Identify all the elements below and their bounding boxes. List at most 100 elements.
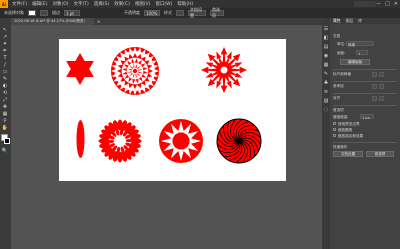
magic-wand-tool-icon[interactable]: ✦ — [1, 41, 9, 47]
document-setup-button[interactable]: 文档设置 — [333, 151, 363, 157]
stroke-swatch[interactable] — [40, 10, 48, 16]
panel-dock: ☰ ◧ ▤ ◉ ▦ ✎ ♣ ≡ ▨ ◌ — [322, 18, 330, 249]
preview-bounds-label: 使用预览边界 — [338, 121, 360, 126]
pencil-tool-icon[interactable]: ✎ — [1, 76, 9, 82]
radial-pattern-shape[interactable] — [110, 46, 160, 96]
rectangle-tool-icon[interactable]: ▭ — [1, 69, 9, 75]
close-window-button[interactable]: ✕ — [394, 1, 398, 7]
layers-dock-icon[interactable]: ◧ — [323, 35, 329, 41]
close-tab-icon[interactable]: × — [97, 18, 100, 25]
menu-file[interactable]: 文件(F) — [12, 1, 27, 7]
stroke-width-field[interactable]: 1 pt — [64, 10, 80, 16]
units-select[interactable]: 像素 — [346, 41, 374, 47]
scale-strokes-label: 缩放描边和效果 — [338, 133, 364, 138]
guides-title: 参考线 — [333, 84, 344, 88]
opacity-label: 不透明度 — [124, 10, 140, 15]
align-title: 对齐 — [333, 96, 341, 100]
menu-window[interactable]: 窗口(W) — [155, 1, 172, 7]
divider — [333, 81, 397, 82]
menu-type[interactable]: 文字(T) — [74, 1, 89, 7]
artboard-label: 画板: — [337, 51, 346, 55]
snap-pixel-toggle[interactable] — [379, 96, 384, 101]
snap-point-toggle[interactable] — [372, 96, 377, 101]
ruler-grid-title: 标尺和网格 — [333, 72, 351, 76]
stroke-label: 描边 — [52, 10, 60, 15]
transparency-dock-icon[interactable]: ◌ — [323, 107, 329, 113]
menu-object[interactable]: 对象(O) — [52, 1, 68, 7]
star-shape[interactable] — [65, 52, 95, 86]
scale-corners-label: 缩放圆角 — [338, 127, 353, 132]
units-label: 单位: — [337, 42, 346, 46]
style-picker[interactable] — [176, 10, 184, 16]
pen-tool-icon[interactable]: ✒ — [1, 48, 9, 54]
triangle-wheel-shape[interactable] — [158, 118, 204, 164]
panel-tabs: 属性 图层 库 — [331, 18, 400, 24]
gradient-dock-icon[interactable]: ▨ — [323, 98, 329, 104]
guides-toggle[interactable] — [372, 84, 377, 89]
gradient-tool-icon[interactable]: ▦ — [1, 111, 9, 117]
selection-status: 未选择对象 — [4, 10, 24, 15]
stroke-dock-icon[interactable]: ≡ — [323, 89, 329, 95]
eyedropper-tool-icon[interactable]: ⚲ — [1, 118, 9, 124]
style-label: 样式 — [164, 10, 172, 15]
guides-lock-toggle[interactable] — [379, 84, 384, 89]
mandala-shape[interactable] — [200, 46, 248, 94]
type-tool-icon[interactable]: T — [1, 55, 9, 61]
document-tab-bar: 2020.08.18 #.Ai* @ 44.17% (RGB/预览) × — [11, 18, 322, 25]
keyboard-increment-field[interactable]: 1 px — [360, 114, 374, 120]
menu-effect[interactable]: 效果(C) — [114, 1, 130, 7]
preferences-section-title: 首选项 — [333, 108, 344, 112]
tab-layers[interactable]: 图层 — [346, 18, 354, 24]
properties-dock-icon[interactable]: ☰ — [323, 26, 329, 32]
keyboard-increment-label: 键盘增量: — [333, 115, 349, 119]
divider — [333, 93, 397, 94]
opacity-field[interactable]: 100% — [144, 10, 160, 16]
zoom-tool-icon[interactable]: 🔍 — [1, 148, 9, 154]
minimize-button[interactable]: — — [376, 1, 381, 7]
artboard[interactable] — [59, 39, 286, 181]
symbols-dock-icon[interactable]: ♣ — [323, 80, 329, 86]
swatches-dock-icon[interactable]: ▦ — [323, 62, 329, 68]
preview-bounds-checkbox[interactable] — [333, 122, 336, 125]
document-setup-control[interactable]: 文档设置 — [188, 7, 206, 18]
preferences-control[interactable]: 首选项 — [210, 7, 224, 18]
menu-select[interactable]: 选择(S) — [94, 1, 109, 7]
menu-edit[interactable]: 编辑(E) — [32, 1, 47, 7]
menu-view[interactable]: 视图(V) — [135, 1, 151, 7]
artboard-select[interactable]: 1 — [356, 50, 368, 56]
tools-panel: ↖ ↗ ✦ ✒ T / ▭ ✎ ◐ ⟲ ⤢ ✥ ▦ ⚲ ✋ 🔍 — [0, 18, 11, 249]
rotate-tool-icon[interactable]: ⟲ — [1, 90, 9, 96]
fill-swatch[interactable] — [28, 10, 36, 16]
rulers-toggle[interactable] — [372, 72, 377, 77]
direct-selection-tool-icon[interactable]: ↗ — [1, 34, 9, 40]
quick-actions-title: 快速操作 — [333, 145, 348, 149]
edit-artboards-button[interactable]: 编辑画板 — [340, 59, 370, 65]
tab-properties[interactable]: 属性 — [333, 18, 341, 24]
control-bar: 未选择对象 描边 1 pt 不透明度 100% 样式 文档设置 首选项 — [0, 7, 400, 18]
free-transform-tool-icon[interactable]: ✥ — [1, 104, 9, 110]
spiral-disc-shape[interactable] — [216, 118, 262, 164]
divider — [333, 69, 397, 70]
scale-strokes-checkbox[interactable] — [333, 134, 336, 137]
libraries-dock-icon[interactable]: ▤ — [323, 44, 329, 50]
illustrator-window: Ai 文件(F) 编辑(E) 对象(O) 文字(T) 选择(S) 效果(C) 视… — [0, 0, 400, 249]
maximize-button[interactable]: □ — [385, 1, 390, 7]
ellipse-shape[interactable] — [76, 119, 85, 159]
stroke-color-swatch[interactable] — [4, 138, 10, 144]
hand-tool-icon[interactable]: ✋ — [1, 125, 9, 131]
preferences-button[interactable]: 首选项 — [366, 151, 394, 157]
petal-ring-shape[interactable] — [97, 118, 143, 164]
selection-tool-icon[interactable]: ↖ — [1, 27, 9, 33]
line-tool-icon[interactable]: / — [1, 62, 9, 68]
shaper-tool-icon[interactable]: ◐ — [1, 83, 9, 89]
color-dock-icon[interactable]: ◉ — [323, 53, 329, 59]
document-section-title: 文档 — [333, 34, 341, 38]
app-logo: Ai — [0, 0, 8, 8]
brushes-dock-icon[interactable]: ✎ — [323, 71, 329, 77]
tab-libraries[interactable]: 库 — [358, 18, 362, 24]
scale-corners-checkbox[interactable] — [333, 128, 336, 131]
grid-toggle[interactable] — [379, 72, 384, 77]
search-field[interactable] — [354, 1, 376, 7]
scale-tool-icon[interactable]: ⤢ — [1, 97, 9, 103]
document-tab[interactable]: 2020.08.18 #.Ai* @ 44.17% (RGB/预览) — [11, 18, 94, 25]
